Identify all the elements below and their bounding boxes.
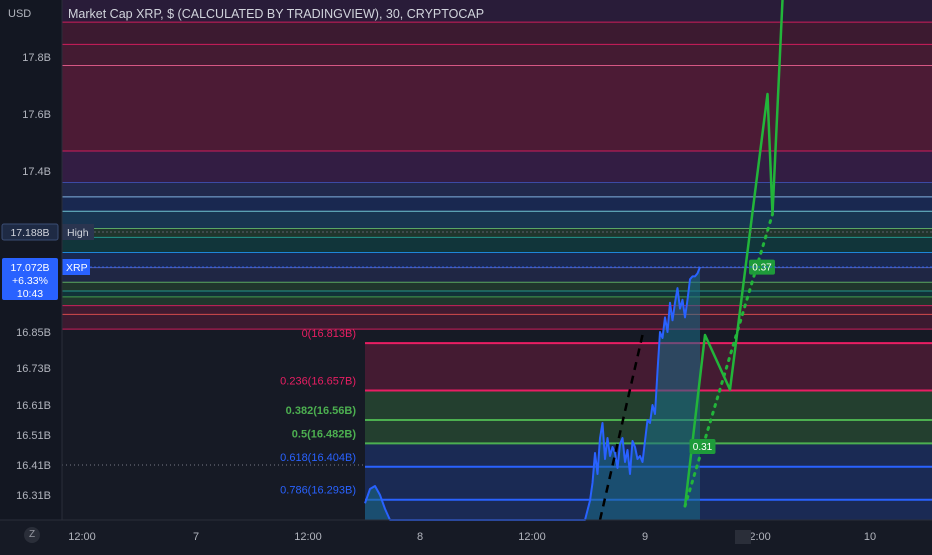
upper-band — [62, 65, 932, 152]
fib-zone — [365, 343, 932, 391]
x-tick-label: 8 — [417, 531, 423, 543]
currency-label: USD — [8, 8, 31, 20]
chart-title: Market Cap XRP, $ (CALCULATED BY TRADING… — [68, 7, 485, 21]
x-cursor-marker — [735, 530, 751, 544]
x-tick-label: 12:00 — [68, 531, 96, 543]
high-price-value: 17.188B — [10, 227, 49, 239]
upper-band — [62, 44, 932, 66]
projection-label-037: 0.37 — [752, 263, 772, 274]
upper-band — [62, 252, 932, 268]
y-tick-label: 16.31B — [16, 490, 51, 502]
current-price-countdown: 10:43 — [17, 288, 43, 300]
fib-level-label: 0.5(16.482B) — [292, 428, 357, 440]
y-tick-label: 16.61B — [16, 400, 51, 412]
high-tag-label: High — [67, 227, 89, 239]
upper-band — [62, 182, 932, 197]
upper-band — [62, 196, 932, 212]
x-tick-label: 10 — [864, 531, 876, 543]
upper-band — [62, 291, 932, 297]
fib-level-label: 0.618(16.404B) — [280, 452, 356, 464]
y-tick-label: 17.6B — [22, 109, 51, 121]
chart-area[interactable]: 0(16.813B) 0.236(16.657B) 0.382(16.56B) 0.5… — [0, 0, 932, 550]
current-price-change: +6.33% — [12, 275, 48, 287]
upper-band — [62, 267, 932, 283]
x-tick-label: 12:00 — [518, 531, 546, 543]
y-tick-label: 17.8B — [22, 52, 51, 64]
x-tick-label: 12:00 — [294, 531, 322, 543]
x-tick-label: 7 — [193, 531, 199, 543]
current-tag-label: XRP — [66, 262, 88, 274]
upper-band — [62, 151, 932, 183]
upper-band — [62, 228, 932, 238]
fib-level-label: 0.786(16.293B) — [280, 485, 356, 497]
fib-zone — [365, 390, 932, 420]
upper-band — [62, 296, 932, 306]
current-price-value: 17.072B — [10, 262, 49, 274]
y-tick-label: 16.41B — [16, 460, 51, 472]
y-tick-label: 16.85B — [16, 327, 51, 339]
fib-level-label: 0.236(16.657B) — [280, 376, 356, 388]
projection-label-031: 0.31 — [693, 442, 713, 453]
upper-band — [62, 22, 932, 45]
y-tick-label: 16.51B — [16, 430, 51, 442]
chart-canvas[interactable]: 0(16.813B) 0.236(16.657B) 0.382(16.56B) 0.5… — [0, 0, 932, 550]
upper-band — [62, 282, 932, 292]
x-tick-label: 9 — [642, 531, 648, 543]
fib-level-label: 0.382(16.56B) — [286, 405, 357, 417]
upper-band — [62, 237, 932, 253]
y-tick-label: 16.73B — [16, 363, 51, 375]
upper-band — [62, 314, 932, 330]
upper-band — [62, 211, 932, 229]
y-tick-label: 17.4B — [22, 166, 51, 178]
zoom-icon[interactable]: Z — [24, 527, 40, 543]
upper-band — [62, 305, 932, 315]
fib-level-label: 0(16.813B) — [302, 328, 356, 340]
